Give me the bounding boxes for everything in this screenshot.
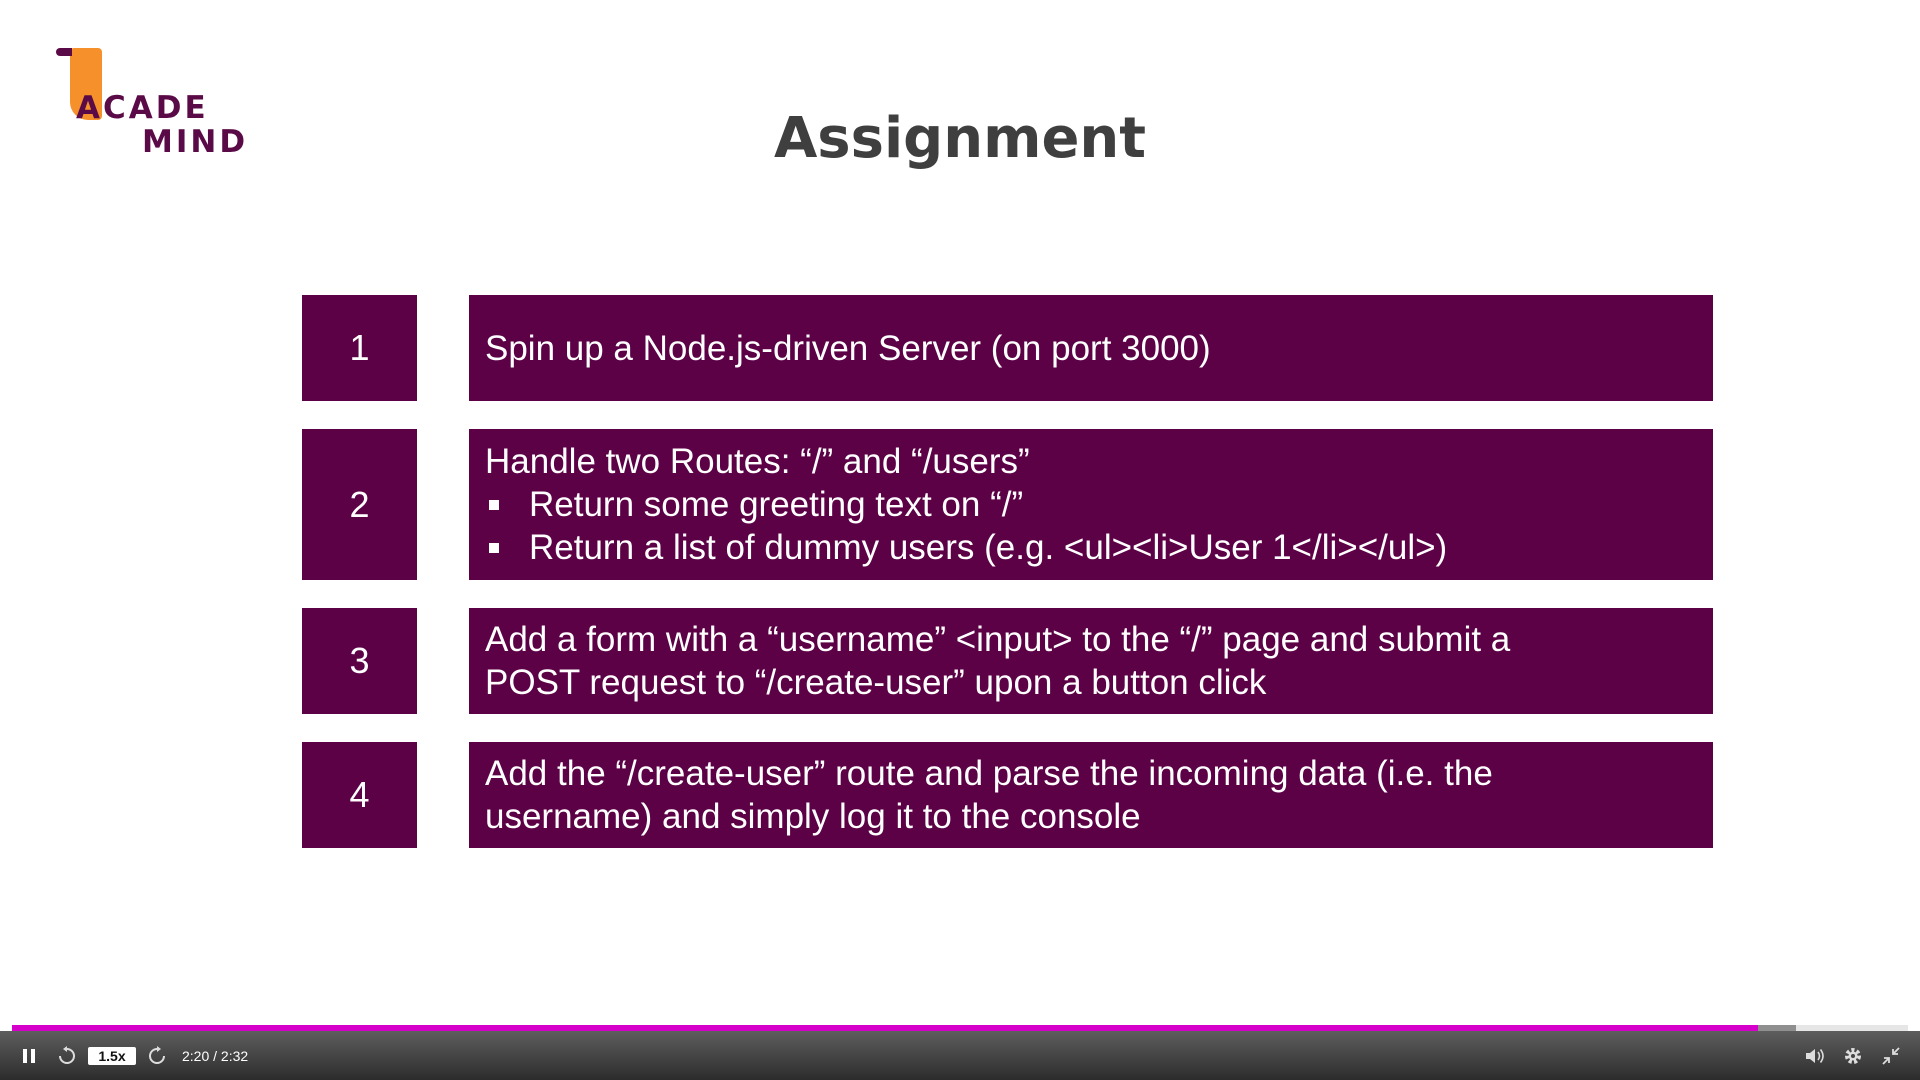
forward-icon: [149, 1045, 165, 1064]
volume-icon: [1806, 1048, 1824, 1063]
step-text-box: Spin up a Node.js-driven Server (on port…: [469, 295, 1713, 401]
step-text-line: POST request to “/create-user” upon a bu…: [485, 663, 1267, 702]
step-text-box: Add a form with a “username” <input> to …: [469, 608, 1713, 714]
step-text-line: Spin up a Node.js-driven Server (on port…: [485, 328, 1211, 368]
step-2: 2 Handle two Routes: “/” and “/users” Re…: [302, 429, 1713, 580]
step-3: 3 Add a form with a “username” <input> t…: [302, 608, 1713, 714]
step-text-line: Add the “/create-user” route and parse t…: [485, 754, 1493, 793]
bullet-text: Return some greeting text on “/”: [529, 485, 1024, 524]
step-number: 1: [302, 295, 417, 401]
bullet-square-icon: [489, 500, 499, 510]
pause-button[interactable]: [14, 1031, 44, 1080]
step-number: 3: [302, 608, 417, 714]
step-1: 1 Spin up a Node.js-driven Server (on po…: [302, 295, 1713, 401]
step-text-box: Add the “/create-user” route and parse t…: [469, 742, 1713, 848]
step-number: 4: [302, 742, 417, 848]
step-text-line: Handle two Routes: “/” and “/users”: [485, 442, 1030, 481]
slide: ACADE MIND Assignment 1 Spin up a Node.j…: [0, 0, 1920, 1024]
step-4: 4 Add the “/create-user” route and parse…: [302, 742, 1713, 848]
slide-title: Assignment: [773, 106, 1147, 171]
bullet-item: Return some greeting text on “/”: [485, 483, 1697, 526]
step-number: 2: [302, 429, 417, 580]
time-display: 2:20 / 2:32: [182, 1048, 249, 1064]
settings-button[interactable]: [1838, 1031, 1868, 1080]
volume-button[interactable]: [1800, 1031, 1830, 1080]
settings-icon: [1845, 1047, 1861, 1064]
step-text-line: Add a form with a “username” <input> to …: [485, 620, 1511, 659]
bullet-item: Return a list of dummy users (e.g. <ul><…: [485, 526, 1697, 569]
player-controls: [0, 1031, 1920, 1080]
playback-speed-button[interactable]: 1.5x: [88, 1047, 136, 1065]
step-text-box: Handle two Routes: “/” and “/users” Retu…: [469, 429, 1713, 580]
rewind-icon: [59, 1045, 75, 1064]
step-text-line: username) and simply log it to the conso…: [485, 797, 1141, 836]
bullet-square-icon: [489, 543, 499, 553]
exit-fullscreen-button[interactable]: [1876, 1031, 1906, 1080]
pause-icon: [23, 1048, 35, 1063]
bullet-text: Return a list of dummy users (e.g. <ul><…: [529, 528, 1448, 567]
exit-fullscreen-icon: [1882, 1046, 1900, 1065]
rewind-button[interactable]: [52, 1031, 82, 1080]
forward-button[interactable]: [142, 1031, 172, 1080]
